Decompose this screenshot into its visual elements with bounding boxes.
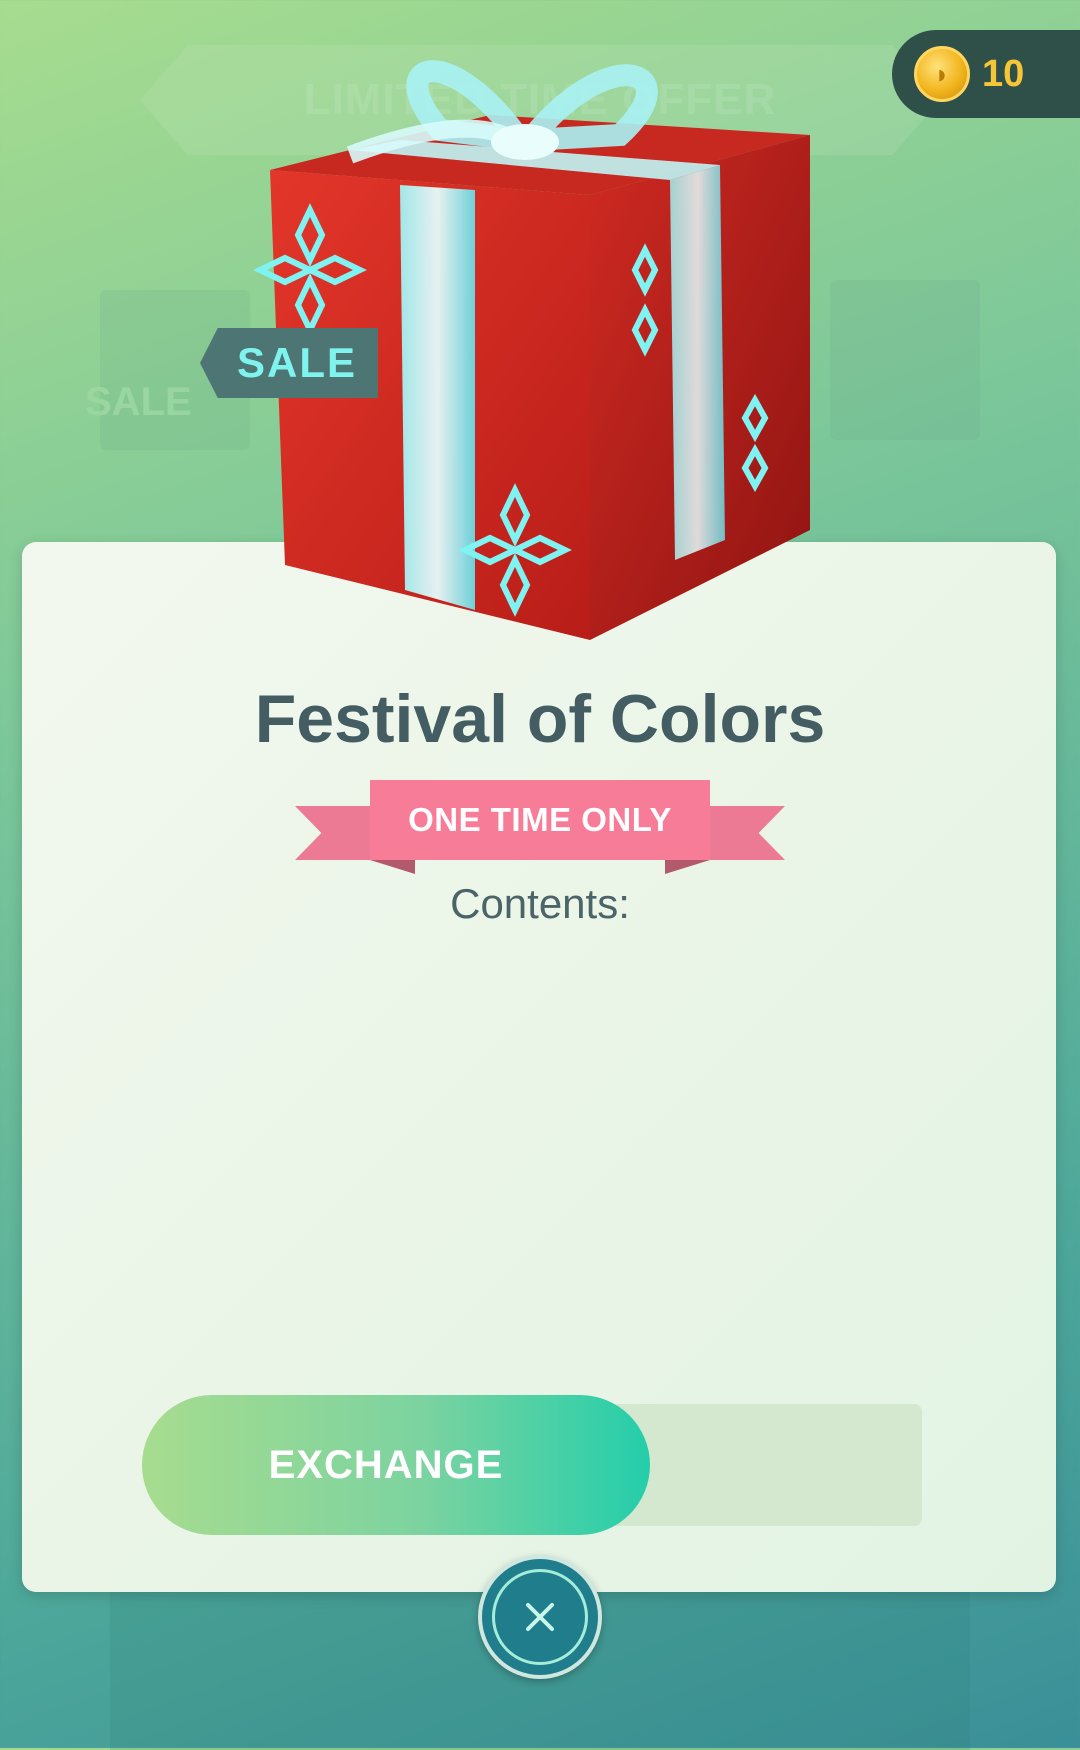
coin-balance: ◗ 10	[892, 30, 1080, 118]
background-sale-tag: SALE	[85, 380, 192, 424]
exchange-button[interactable]: EXCHANGE	[142, 1395, 650, 1535]
contents-label: Contents:	[450, 880, 630, 927]
sale-tag: SALE	[200, 328, 378, 398]
close-icon	[492, 1569, 588, 1665]
ribbon-fold	[665, 860, 710, 874]
close-button[interactable]	[478, 1555, 602, 1679]
one-time-only-ribbon: ONE TIME ONLY	[295, 780, 785, 880]
pokecoin-icon: ◗	[914, 46, 970, 102]
ribbon-label: ONE TIME ONLY	[370, 780, 710, 860]
background-gift-box	[830, 280, 980, 440]
coin-count: 10	[982, 52, 1025, 95]
offer-title: Festival of Colors	[254, 681, 826, 757]
ribbon-fold	[370, 860, 415, 874]
